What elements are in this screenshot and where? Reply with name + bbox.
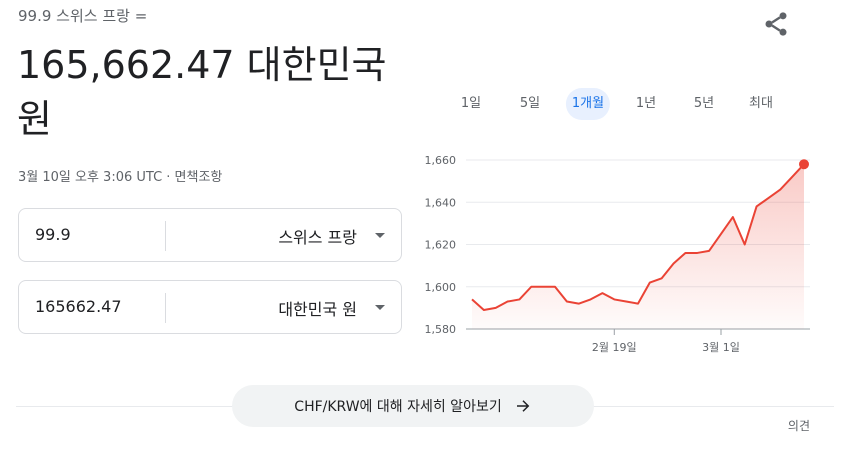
from-currency-select[interactable]: 스위스 프랑: [278, 224, 357, 248]
x-tick-label: 3월 1일: [702, 340, 740, 354]
chevron-down-icon[interactable]: [375, 305, 385, 310]
tab-5d[interactable]: 5일: [514, 88, 546, 120]
tab-5y[interactable]: 5년: [688, 88, 720, 120]
divider: [165, 221, 166, 251]
y-tick-label: 1,600: [425, 281, 457, 294]
range-tabs: 1일 5일 1개월 1년 5년 최대: [446, 88, 778, 120]
y-tick-label: 1,640: [425, 196, 457, 209]
divider: [165, 293, 166, 323]
y-tick-label: 1,660: [425, 154, 457, 167]
y-tick-label: 1,620: [425, 239, 457, 252]
from-currency-box: 99.9 스위스 프랑: [18, 208, 402, 262]
tab-1m[interactable]: 1개월: [565, 88, 611, 120]
share-icon[interactable]: [762, 10, 790, 38]
learn-more-label: CHF/KRW에 대해 자세히 알아보기: [294, 399, 502, 415]
timestamp-disclaimer: 3월 10일 오후 3:06 UTC · 면책조항: [18, 170, 223, 185]
chevron-down-icon[interactable]: [375, 233, 385, 238]
learn-more-button[interactable]: CHF/KRW에 대해 자세히 알아보기: [232, 385, 594, 427]
to-currency-box: 165662.47 대한민국 원: [18, 280, 402, 334]
y-tick-label: 1,580: [425, 323, 457, 336]
to-currency-select[interactable]: 대한민국 원: [278, 296, 357, 320]
x-tick-label: 2월 19일: [592, 340, 637, 354]
tab-1d[interactable]: 1일: [455, 88, 487, 120]
from-amount-input[interactable]: 99.9: [35, 225, 71, 244]
tab-1y[interactable]: 1년: [630, 88, 662, 120]
last-value-dot: [799, 159, 809, 170]
feedback-link[interactable]: 의견: [788, 417, 810, 434]
price-chart: 1,580 1,600 1,620 1,640 1,660 2월 19일 3월 1일: [425, 154, 810, 354]
arrow-right-icon: [516, 400, 530, 412]
to-amount-input[interactable]: 165662.47: [35, 297, 122, 316]
tab-max[interactable]: 최대: [743, 88, 779, 120]
conversion-result-line1: 165,662.47 대한민국: [17, 43, 387, 87]
conversion-result-line2: 원: [17, 97, 52, 141]
conversion-subtitle: 99.9 스위스 프랑 =: [18, 7, 148, 25]
conversion-result: 165,662.47 대한민국 원: [17, 38, 417, 146]
